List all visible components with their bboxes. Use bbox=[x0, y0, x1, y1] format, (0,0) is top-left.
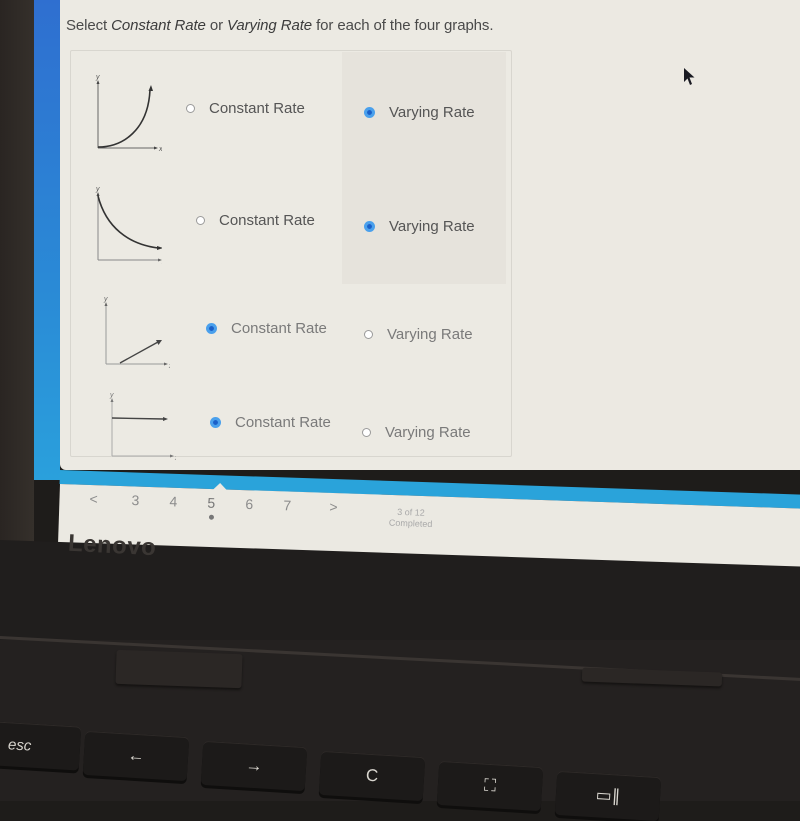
option-label: Varying Rate bbox=[389, 218, 475, 235]
option-label: Constant Rate bbox=[231, 320, 327, 337]
lenovo-logo: Lenovo bbox=[67, 529, 158, 562]
forward-arrow-icon: → bbox=[244, 755, 264, 776]
option-varying-rate[interactable]: Varying Rate bbox=[362, 424, 471, 441]
y-axis-label: y bbox=[95, 74, 100, 81]
esc-key[interactable]: esc bbox=[0, 721, 82, 771]
overview-key[interactable]: ▭∥ bbox=[554, 770, 662, 821]
back-arrow-icon: ← bbox=[126, 745, 146, 766]
option-constant-rate[interactable]: Constant Rate bbox=[186, 100, 305, 117]
option-constant-rate[interactable]: Constant Rate bbox=[196, 212, 315, 229]
mouse-cursor-icon bbox=[684, 68, 695, 85]
option-label: Constant Rate bbox=[219, 212, 315, 229]
option-constant-rate[interactable]: Constant Rate bbox=[210, 414, 331, 431]
hinge-cover-left bbox=[115, 649, 243, 689]
radio-checked-icon[interactable] bbox=[210, 417, 221, 428]
option-label: Constant Rate bbox=[209, 100, 305, 117]
prev-page-button[interactable]: < bbox=[89, 491, 98, 507]
y-axis-label: y bbox=[109, 392, 114, 399]
current-page-dot bbox=[208, 514, 215, 520]
option-varying-rate[interactable]: Varying Rate bbox=[364, 326, 473, 343]
instruction-term-varying: Varying Rate bbox=[227, 17, 313, 34]
progress-label: Completed bbox=[388, 517, 433, 530]
option-varying-rate[interactable]: Varying Rate bbox=[364, 104, 475, 121]
screen-background bbox=[520, 0, 800, 470]
option-label: Varying Rate bbox=[385, 424, 471, 441]
question-row: y x Constant Rate Varying Rate bbox=[60, 378, 520, 478]
overview-icon: ▭∥ bbox=[595, 785, 621, 806]
key-label: esc bbox=[7, 735, 32, 755]
page-button[interactable]: 4 bbox=[169, 493, 177, 509]
radio-checked-icon[interactable] bbox=[206, 323, 217, 334]
option-label: Constant Rate bbox=[235, 414, 331, 431]
graph-exponential-decay: y x bbox=[78, 182, 166, 266]
option-constant-rate[interactable]: Constant Rate bbox=[206, 320, 327, 337]
refresh-icon: C bbox=[365, 765, 379, 786]
option-label: Varying Rate bbox=[387, 326, 473, 343]
radio-unchecked-icon[interactable] bbox=[186, 104, 195, 113]
question-row: y x Constant Rate Varying Rate bbox=[60, 282, 520, 382]
graph-horizontal-line: y x bbox=[92, 388, 179, 472]
fullscreen-key[interactable]: ⛶ bbox=[436, 760, 544, 812]
graph-exponential-growth: y x bbox=[78, 70, 163, 154]
y-axis-label: y bbox=[95, 186, 100, 193]
radio-checked-icon[interactable] bbox=[364, 107, 375, 118]
x-axis-label: x bbox=[161, 259, 162, 266]
radio-checked-icon[interactable] bbox=[364, 221, 375, 232]
fullscreen-icon: ⛶ bbox=[483, 775, 497, 796]
instruction-text: Select bbox=[66, 17, 112, 34]
page-button[interactable]: 6 bbox=[245, 496, 253, 512]
option-varying-rate[interactable]: Varying Rate bbox=[364, 218, 475, 235]
option-label: Varying Rate bbox=[389, 104, 475, 121]
forward-key[interactable]: → bbox=[200, 740, 308, 792]
app-side-accent bbox=[34, 0, 60, 480]
question-row: y x Constant Rate Varying Rate bbox=[60, 172, 520, 272]
instruction-text: or bbox=[205, 17, 228, 34]
radio-unchecked-icon[interactable] bbox=[364, 330, 373, 339]
radio-unchecked-icon[interactable] bbox=[196, 216, 205, 225]
back-key[interactable]: ← bbox=[82, 730, 190, 782]
page-button-current[interactable]: 5 bbox=[207, 495, 215, 511]
refresh-key[interactable]: C bbox=[318, 750, 426, 802]
x-axis-label: x bbox=[174, 455, 176, 462]
question-row: y x Constant Rate Varying Rate bbox=[60, 60, 520, 160]
instruction-term-constant: Constant Rate bbox=[111, 17, 206, 34]
question-instruction: Select Constant Rate or Varying Rate for… bbox=[66, 17, 494, 34]
page-button[interactable]: 3 bbox=[131, 492, 139, 508]
y-axis-label: y bbox=[103, 296, 108, 303]
x-axis-label: x bbox=[158, 146, 162, 153]
instruction-text: for each of the four graphs. bbox=[312, 17, 494, 34]
graph-increasing-line: y x bbox=[86, 292, 173, 376]
progress-status: 3 of 12 Completed bbox=[389, 507, 433, 530]
next-page-button[interactable]: > bbox=[329, 499, 338, 515]
x-axis-label: x bbox=[168, 363, 170, 370]
radio-unchecked-icon[interactable] bbox=[362, 428, 371, 437]
current-page-pointer bbox=[212, 482, 228, 491]
page-button[interactable]: 7 bbox=[283, 497, 291, 513]
